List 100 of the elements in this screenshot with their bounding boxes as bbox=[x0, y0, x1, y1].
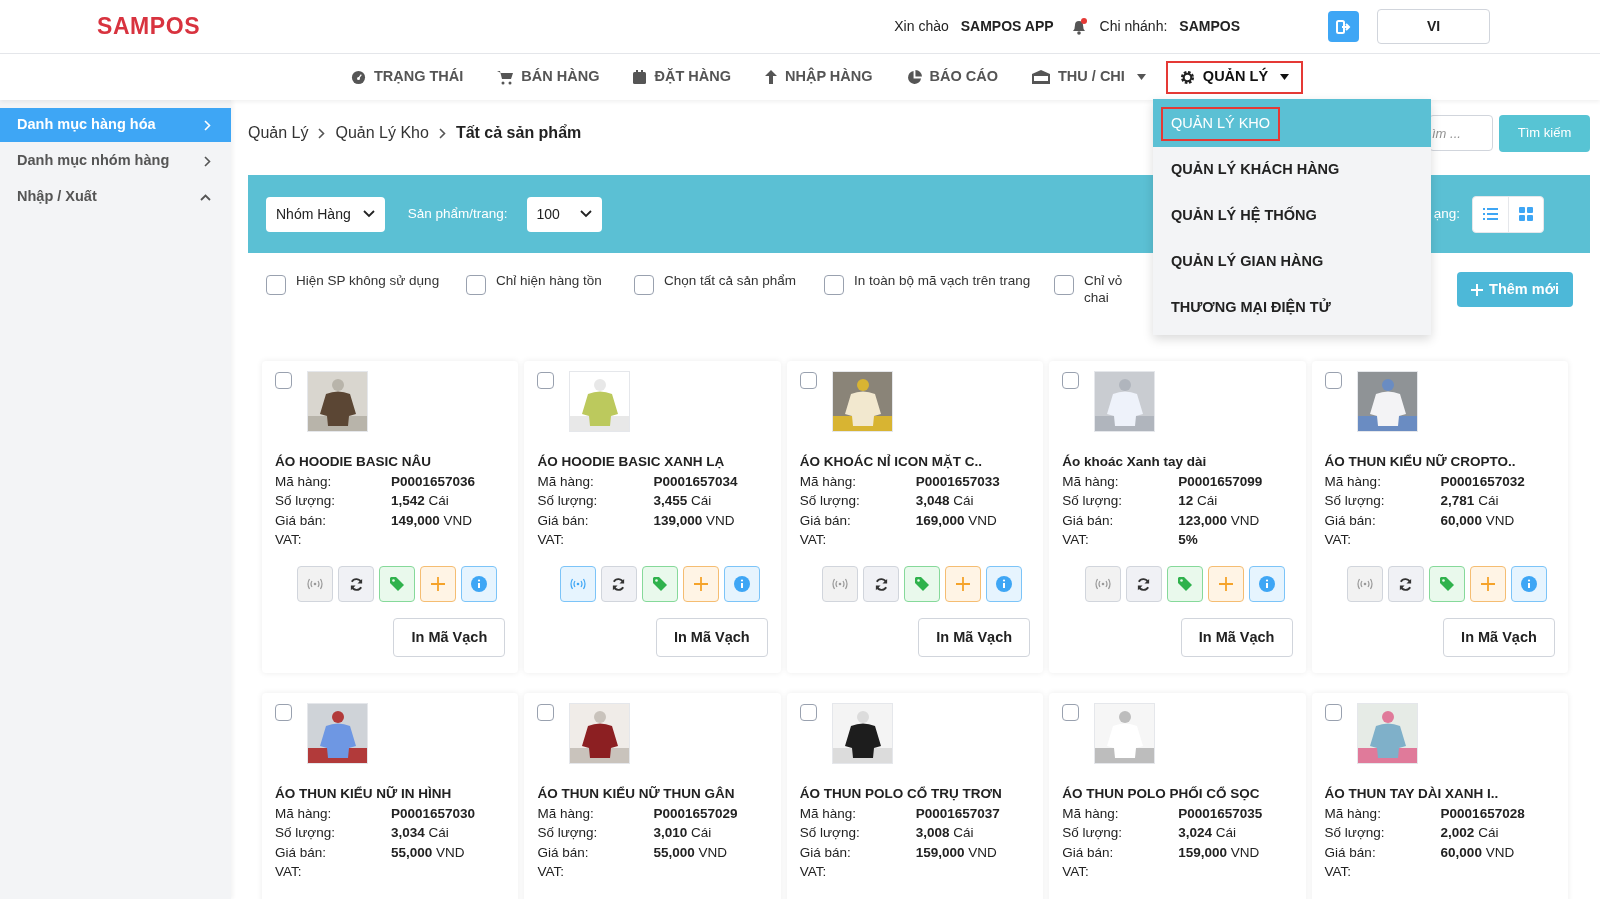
field-label: Số lượng: bbox=[1324, 492, 1386, 511]
refresh-button[interactable] bbox=[1388, 566, 1424, 603]
field-value: 123,000 VND bbox=[1178, 511, 1260, 530]
tag-icon bbox=[390, 577, 405, 592]
product-name: ÁO KHOÁC NỈ ICON MẶT C.. bbox=[799, 453, 984, 471]
info-button[interactable] bbox=[986, 566, 1023, 603]
info-button[interactable] bbox=[1511, 566, 1547, 603]
checkbox[interactable] bbox=[466, 275, 486, 295]
breadcrumb-link[interactable]: Quản Lý bbox=[248, 121, 309, 145]
chevron-right-icon bbox=[318, 127, 326, 139]
field-value: 55,000 VND bbox=[391, 843, 465, 862]
product-name: ÁO HOODIE BASIC XANH LẠ bbox=[537, 453, 726, 471]
field-value: P0001657033 bbox=[915, 472, 1000, 491]
info-button[interactable] bbox=[1248, 566, 1285, 603]
field-label: Mã hàng: bbox=[537, 472, 595, 491]
nav-item[interactable]: NHẬP HÀNG bbox=[750, 60, 887, 94]
field-label: Số lượng: bbox=[1062, 824, 1124, 843]
add-button[interactable] bbox=[1470, 566, 1506, 603]
refresh-button[interactable] bbox=[600, 566, 637, 603]
field-label: Mã hàng: bbox=[799, 804, 858, 823]
breadcrumb-link[interactable]: Quản Lý Kho bbox=[335, 121, 429, 145]
add-button[interactable] bbox=[1207, 566, 1244, 603]
field-value: P0001657037 bbox=[915, 804, 1000, 823]
checkbox[interactable] bbox=[275, 704, 292, 721]
print-barcode-button[interactable]: In Mã Vạch bbox=[655, 618, 768, 658]
checkbox[interactable] bbox=[1062, 704, 1080, 721]
plus-icon bbox=[956, 577, 971, 592]
info-button[interactable] bbox=[461, 566, 498, 603]
field-label: Giá bán: bbox=[799, 511, 852, 530]
nav-item[interactable]: BÁN HÀNG bbox=[483, 60, 614, 94]
field-label: Giá bán: bbox=[1062, 843, 1115, 862]
field-label: Giá bán: bbox=[537, 843, 590, 862]
refresh-button[interactable] bbox=[863, 566, 900, 603]
add-button[interactable] bbox=[945, 566, 982, 603]
field-value: 169,000 VND bbox=[915, 511, 997, 530]
checkbox[interactable] bbox=[824, 275, 844, 295]
group-select[interactable]: Nhóm Hàng bbox=[266, 196, 385, 232]
user-name: SAMPOS APP bbox=[960, 17, 1054, 36]
field-label: Số lượng: bbox=[537, 492, 599, 511]
calendar-icon bbox=[633, 70, 647, 84]
field-value: 3,455 Cái bbox=[653, 492, 712, 511]
checkbox[interactable] bbox=[634, 275, 654, 295]
checkbox[interactable] bbox=[1062, 372, 1080, 389]
refresh-icon bbox=[348, 576, 364, 592]
tag-icon bbox=[1440, 577, 1454, 592]
checkbox[interactable] bbox=[537, 372, 555, 389]
print-barcode-button[interactable]: In Mã Vạch bbox=[918, 618, 1031, 658]
sidebar-item[interactable]: Nhập / Xuất bbox=[0, 180, 231, 214]
refresh-button[interactable] bbox=[338, 566, 375, 603]
field-label: VAT: bbox=[275, 863, 303, 882]
product-name: ÁO THUN POLO PHỐI CỔ SỌC bbox=[1062, 785, 1261, 803]
tag-button[interactable] bbox=[1429, 566, 1465, 603]
logo: SAMPOS bbox=[97, 12, 201, 42]
field-label: Số lượng: bbox=[799, 492, 861, 511]
add-button[interactable] bbox=[420, 566, 457, 603]
product-name: Áo khoác Xanh tay dài bbox=[1062, 453, 1208, 471]
checkbox[interactable] bbox=[537, 704, 555, 721]
checkbox[interactable] bbox=[1054, 275, 1074, 295]
list-icon bbox=[1483, 208, 1498, 220]
nav-item[interactable]: TRẠNG THÁI bbox=[336, 60, 478, 94]
chevron-down-icon bbox=[579, 210, 592, 218]
checkbox[interactable] bbox=[799, 372, 817, 389]
field-label: Mã hàng: bbox=[537, 804, 595, 823]
dropdown-item[interactable]: QUẢN LÝ HỆ THỐNG bbox=[1161, 199, 1327, 233]
signal-button[interactable] bbox=[1347, 566, 1383, 603]
option-label: Hiện SP không sử dụng bbox=[296, 272, 441, 289]
logout-button[interactable] bbox=[1328, 11, 1359, 42]
nav-item[interactable]: QUẢN LÝ bbox=[1165, 60, 1304, 94]
info-icon bbox=[471, 576, 488, 593]
dropdown-item[interactable]: THƯƠNG MẠI ĐIỆN TỬ bbox=[1161, 291, 1341, 325]
field-label: VAT: bbox=[537, 531, 565, 550]
nav-item[interactable]: BÁO CÁO bbox=[892, 60, 1012, 94]
language-button[interactable]: VI bbox=[1377, 9, 1490, 44]
cart-icon bbox=[497, 69, 514, 85]
field-label: Số lượng: bbox=[275, 824, 336, 843]
product-name: ÁO THUN KIỂU NỮ IN HÌNH bbox=[275, 785, 453, 803]
refresh-button[interactable] bbox=[1125, 566, 1162, 603]
field-value: 5% bbox=[1178, 531, 1198, 550]
plus-icon bbox=[1481, 577, 1495, 592]
per-page-label: Sản phẩm/trang: bbox=[407, 204, 508, 223]
nav-item[interactable]: ĐẶT HÀNG bbox=[619, 60, 745, 94]
add-button[interactable] bbox=[682, 566, 719, 603]
field-value: P0001657030 bbox=[391, 804, 476, 823]
per-page-select[interactable]: 100 bbox=[526, 196, 602, 232]
dropdown-item[interactable]: QUẢN LÝ GIAN HÀNG bbox=[1161, 245, 1334, 279]
field-label: Số lượng: bbox=[537, 824, 599, 843]
dropdown-item[interactable]: QUẢN LÝ KHÁCH HÀNG bbox=[1161, 153, 1350, 187]
checkbox[interactable] bbox=[1324, 704, 1342, 721]
tag-icon bbox=[652, 577, 667, 592]
info-button[interactable] bbox=[723, 566, 760, 603]
print-barcode-button[interactable]: In Mã Vạch bbox=[1180, 618, 1293, 658]
sidebar-item[interactable]: Danh mục nhóm hàng bbox=[0, 144, 231, 178]
checkbox[interactable] bbox=[799, 704, 817, 721]
checkbox[interactable] bbox=[266, 275, 286, 295]
field-label: Mã hàng: bbox=[1062, 804, 1120, 823]
print-barcode-button[interactable]: In Mã Vạch bbox=[393, 618, 506, 658]
checkbox[interactable] bbox=[1324, 372, 1342, 389]
checkbox[interactable] bbox=[275, 372, 292, 389]
nav-item[interactable]: THU / CHI bbox=[1018, 60, 1160, 94]
print-barcode-button[interactable]: In Mã Vạch bbox=[1443, 618, 1555, 658]
